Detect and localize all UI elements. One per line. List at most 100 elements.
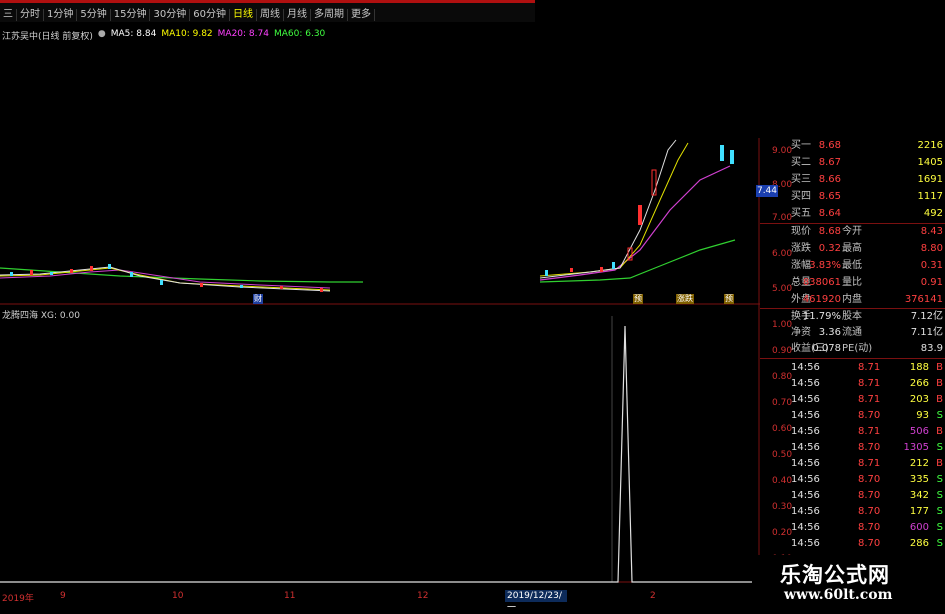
tick-side: B bbox=[936, 458, 943, 469]
stat-value: 8.68 bbox=[818, 226, 841, 237]
tick-time: 14:56 bbox=[791, 458, 820, 469]
date-label: 10 bbox=[172, 591, 184, 601]
stat-value: 0.32 bbox=[818, 243, 841, 254]
tick-row[interactable]: 14:56 8.70 600 S bbox=[760, 520, 945, 536]
signal-marker-yu[interactable]: 预 bbox=[633, 294, 643, 304]
tick-row[interactable]: 14:56 8.70 93 S bbox=[760, 408, 945, 424]
bid-row: 买一 8.68 2216 bbox=[760, 138, 945, 154]
stat-label: 现价 bbox=[791, 226, 811, 237]
tick-side: S bbox=[936, 442, 943, 453]
fund-row: 收益(三) 0.078 PE(动) 83.9 bbox=[760, 341, 945, 357]
stat-label-2: 最低 bbox=[842, 260, 862, 271]
watermark-url: www.60lt.com bbox=[784, 587, 893, 603]
tick-volume: 600 bbox=[909, 522, 929, 533]
tick-time: 14:56 bbox=[791, 410, 820, 421]
tick-row[interactable]: 14:56 8.70 1305 S bbox=[760, 440, 945, 456]
xg-signal-spike bbox=[0, 325, 760, 583]
stat-value-2: 376141 bbox=[904, 294, 943, 305]
fund-value-2: 7.12亿 bbox=[910, 311, 943, 322]
stat-row: 涨跌 0.32 最高 8.80 bbox=[760, 241, 945, 257]
fund-label-2: 流通 bbox=[842, 327, 862, 338]
bid-label: 买四 bbox=[791, 191, 811, 202]
fund-label: 净资 bbox=[791, 327, 811, 338]
tick-price: 8.70 bbox=[858, 490, 881, 501]
tick-price: 8.71 bbox=[858, 426, 881, 437]
stat-label: 涨幅 bbox=[791, 260, 811, 271]
fund-value: 11.79% bbox=[802, 311, 841, 322]
signal-marker-cai[interactable]: 财 bbox=[253, 294, 263, 304]
tick-row[interactable]: 14:56 8.70 335 S bbox=[760, 472, 945, 488]
indicator-legend: 龙腾四海 XG: 0.00 bbox=[2, 311, 80, 321]
tick-time: 14:56 bbox=[791, 538, 820, 549]
ma20-line-right bbox=[539, 165, 731, 281]
ma10-line-right bbox=[539, 142, 689, 277]
tick-row[interactable]: 14:56 8.71 188 B bbox=[760, 360, 945, 376]
tick-volume: 286 bbox=[909, 538, 929, 549]
stat-value: 838061 bbox=[802, 277, 841, 288]
tick-time: 14:56 bbox=[791, 362, 820, 373]
quote-panel: 买一 8.68 2216 买二 8.67 1405 买三 8.66 1691 买四 8.65 1117… bbox=[760, 138, 945, 549]
tick-side: S bbox=[936, 490, 943, 501]
tick-volume: 266 bbox=[909, 378, 929, 389]
watermark-title: 乐淘公式网 bbox=[780, 562, 890, 587]
fund-label-2: PE(动) bbox=[842, 343, 873, 354]
stat-label-2: 内盘 bbox=[842, 294, 862, 305]
stat-row: 涨幅 3.83% 最低 0.31 bbox=[760, 258, 945, 274]
date-label: 9 bbox=[60, 591, 66, 601]
bid-qty: 1405 bbox=[917, 157, 943, 168]
tick-side: S bbox=[936, 506, 943, 517]
tick-volume: 203 bbox=[909, 394, 929, 405]
tick-volume: 506 bbox=[909, 426, 929, 437]
bid-label: 买一 bbox=[791, 140, 811, 151]
tick-volume: 212 bbox=[909, 458, 929, 469]
bid-row: 买四 8.65 1117 bbox=[760, 189, 945, 205]
tick-price: 8.70 bbox=[858, 538, 881, 549]
tick-time: 14:56 bbox=[791, 378, 820, 389]
bid-label: 买三 bbox=[791, 174, 811, 185]
fund-value: 3.36 bbox=[818, 327, 841, 338]
tick-price: 8.70 bbox=[858, 442, 881, 453]
tick-row[interactable]: 14:56 8.70 342 S bbox=[760, 488, 945, 504]
date-label: 12 bbox=[417, 591, 429, 601]
tick-row[interactable]: 14:56 8.71 203 B bbox=[760, 392, 945, 408]
tick-volume: 1305 bbox=[903, 442, 929, 453]
tick-row[interactable]: 14:56 8.71 212 B bbox=[760, 456, 945, 472]
tick-side: B bbox=[936, 394, 943, 405]
tick-price: 8.70 bbox=[858, 410, 881, 421]
stat-label-2: 最高 bbox=[842, 243, 862, 254]
stat-row: 总量 838061 量比 0.91 bbox=[760, 275, 945, 291]
bid-row: 买五 8.64 492 bbox=[760, 206, 945, 222]
stat-row: 现价 8.68 今开 8.43 bbox=[760, 224, 945, 240]
stat-value: 3.83% bbox=[809, 260, 841, 271]
stat-label-2: 量比 bbox=[842, 277, 862, 288]
tick-row[interactable]: 14:56 8.71 266 B bbox=[760, 376, 945, 392]
fund-value-2: 7.11亿 bbox=[910, 327, 943, 338]
bid-label: 买二 bbox=[791, 157, 811, 168]
fund-value: 0.078 bbox=[812, 343, 841, 354]
tick-row[interactable]: 14:56 8.71 506 B bbox=[760, 424, 945, 440]
site-watermark: 乐淘公式网 www.60lt.com bbox=[752, 555, 945, 609]
tick-row[interactable]: 14:56 8.70 177 S bbox=[760, 504, 945, 520]
tick-time: 14:56 bbox=[791, 442, 820, 453]
date-label: 2 bbox=[650, 591, 656, 601]
tick-row[interactable]: 14:56 8.70 286 S bbox=[760, 536, 945, 552]
stat-value: 461920 bbox=[802, 294, 841, 305]
fund-row: 净资 3.36 流通 7.11亿 bbox=[760, 325, 945, 341]
tick-price: 8.71 bbox=[858, 458, 881, 469]
signal-marker-yu-2[interactable]: 预 bbox=[724, 294, 734, 304]
tick-side: S bbox=[936, 522, 943, 533]
ma60-line bbox=[0, 267, 363, 283]
date-label: 11 bbox=[284, 591, 296, 601]
tick-side: S bbox=[936, 474, 943, 485]
date-label: 2019年 bbox=[2, 594, 34, 604]
bid-qty: 492 bbox=[923, 208, 943, 219]
stat-value-2: 0.31 bbox=[920, 260, 943, 271]
stat-row: 外盘 461920 内盘 376141 bbox=[760, 292, 945, 308]
signal-marker-zhangdie[interactable]: 涨跌 bbox=[676, 294, 694, 304]
fund-row: 换手 11.79% 股本 7.12亿 bbox=[760, 309, 945, 325]
tick-volume: 335 bbox=[909, 474, 929, 485]
bid-price: 8.65 bbox=[818, 191, 841, 202]
tick-price: 8.70 bbox=[858, 522, 881, 533]
ma60-line-right bbox=[539, 239, 736, 283]
stat-value-2: 8.43 bbox=[920, 226, 943, 237]
